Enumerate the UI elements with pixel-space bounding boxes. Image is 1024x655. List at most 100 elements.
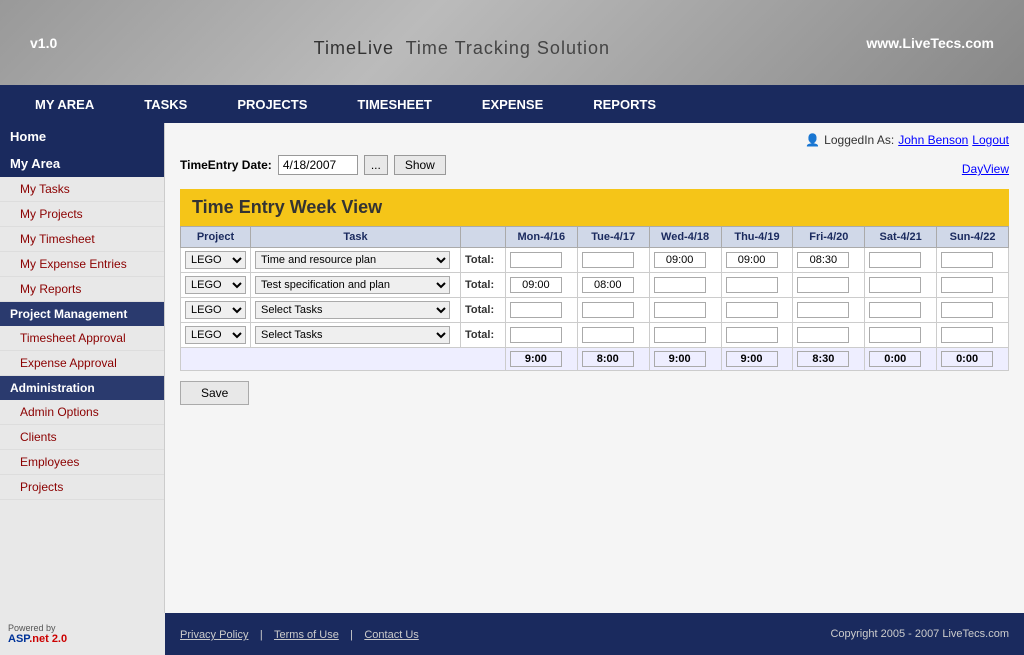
sidebar-my-area[interactable]: My Area <box>0 150 164 177</box>
fri-input-1[interactable] <box>797 252 849 268</box>
sat-input-4[interactable] <box>869 327 921 343</box>
save-button[interactable]: Save <box>180 381 249 405</box>
sidebar: Home My Area My Tasks My Projects My Tim… <box>0 123 165 613</box>
sidebar-item-timesheet-approval[interactable]: Timesheet Approval <box>0 326 164 351</box>
week-title: Time Entry Week View <box>180 189 1009 226</box>
sidebar-item-employees[interactable]: Employees <box>0 450 164 475</box>
total-label-3: Total: <box>461 298 506 323</box>
project-cell-3: LEGO <box>181 298 251 323</box>
task-cell-3: Select Tasks <box>251 298 461 323</box>
sidebar-home[interactable]: Home <box>0 123 164 150</box>
task-select-3[interactable]: Select Tasks <box>255 301 450 319</box>
terms-link[interactable]: Terms of Use <box>274 629 339 641</box>
task-cell-4: Select Tasks <box>251 323 461 348</box>
tue-input-3[interactable] <box>582 302 634 318</box>
sat-input-1[interactable] <box>869 252 921 268</box>
sidebar-item-clients[interactable]: Clients <box>0 425 164 450</box>
sidebar-item-expense-approval[interactable]: Expense Approval <box>0 351 164 376</box>
task-cell-2: Test specification and plan Select Tasks <box>251 273 461 298</box>
totals-empty <box>181 348 506 371</box>
wed-input-3[interactable] <box>654 302 706 318</box>
day-view-link[interactable]: DayView <box>962 162 1009 176</box>
sidebar-item-my-reports[interactable]: My Reports <box>0 277 164 302</box>
contact-link[interactable]: Contact Us <box>364 629 418 641</box>
mon-input-1[interactable] <box>510 252 562 268</box>
main-layout: Home My Area My Tasks My Projects My Tim… <box>0 123 1024 613</box>
powered-by-label: Powered by ASP.net 2.0 <box>8 623 67 645</box>
thu-input-3[interactable] <box>726 302 778 318</box>
table-row: LEGO Select Tasks Total: <box>181 323 1009 348</box>
user-name-link[interactable]: John Benson <box>898 133 968 147</box>
thu-total <box>726 351 778 367</box>
thu-input-1[interactable] <box>726 252 778 268</box>
col-sat: Sat-4/21 <box>865 227 937 248</box>
sun-input-1[interactable] <box>941 252 993 268</box>
sat-total <box>869 351 921 367</box>
date-picker-button[interactable]: ... <box>364 155 388 175</box>
wed-input-1[interactable] <box>654 252 706 268</box>
project-select-1[interactable]: LEGO <box>185 251 246 269</box>
powered-section: Powered by ASP.net 2.0 <box>0 613 165 655</box>
mon-total <box>510 351 562 367</box>
sidebar-item-admin-options[interactable]: Admin Options <box>0 400 164 425</box>
sidebar-item-my-timesheet[interactable]: My Timesheet <box>0 227 164 252</box>
wed-input-4[interactable] <box>654 327 706 343</box>
nav-timesheet[interactable]: TIMESHEET <box>332 85 456 123</box>
logout-link[interactable]: Logout <box>972 133 1009 147</box>
show-button[interactable]: Show <box>394 155 446 175</box>
nav-expense[interactable]: EXPENSE <box>457 85 568 123</box>
sun-input-2[interactable] <box>941 277 993 293</box>
task-select-2[interactable]: Test specification and plan Select Tasks <box>255 276 450 294</box>
tue-input-2[interactable] <box>582 277 634 293</box>
col-tue: Tue-4/17 <box>577 227 649 248</box>
fri-input-4[interactable] <box>797 327 849 343</box>
fri-input-3[interactable] <box>797 302 849 318</box>
table-row: LEGO Time and resource plan Select Tasks… <box>181 248 1009 273</box>
project-select-4[interactable]: LEGO <box>185 326 246 344</box>
bottom-bar: Powered by ASP.net 2.0 Privacy Policy | … <box>0 613 1024 655</box>
project-select-3[interactable]: LEGO <box>185 301 246 319</box>
thu-input-4[interactable] <box>726 327 778 343</box>
wed-input-2[interactable] <box>654 277 706 293</box>
sidebar-item-projects[interactable]: Projects <box>0 475 164 500</box>
date-entry-label: TimeEntry Date: <box>180 158 272 172</box>
footer-links: Privacy Policy | Terms of Use | Contact … <box>180 627 427 641</box>
sidebar-item-my-expense-entries[interactable]: My Expense Entries <box>0 252 164 277</box>
task-select-4[interactable]: Select Tasks <box>255 326 450 344</box>
mon-input-3[interactable] <box>510 302 562 318</box>
asp-logo: ASP.net 2.0 <box>8 633 67 645</box>
top-bar: 👤 LoggedIn As: John Benson Logout <box>180 133 1009 147</box>
sat-input-3[interactable] <box>869 302 921 318</box>
sidebar-item-my-tasks[interactable]: My Tasks <box>0 177 164 202</box>
col-wed: Wed-4/18 <box>649 227 721 248</box>
tue-input-4[interactable] <box>582 327 634 343</box>
nav-my-area[interactable]: MY AREA <box>10 85 119 123</box>
sun-input-3[interactable] <box>941 302 993 318</box>
date-input[interactable] <box>278 155 358 175</box>
thu-input-2[interactable] <box>726 277 778 293</box>
nav-reports[interactable]: REPORTS <box>568 85 681 123</box>
col-thu: Thu-4/19 <box>721 227 793 248</box>
project-cell-2: LEGO <box>181 273 251 298</box>
person-icon: 👤 <box>805 133 820 147</box>
fri-input-2[interactable] <box>797 277 849 293</box>
sidebar-item-my-projects[interactable]: My Projects <box>0 202 164 227</box>
user-info: 👤 LoggedIn As: John Benson Logout <box>805 133 1009 147</box>
project-select-2[interactable]: LEGO <box>185 276 246 294</box>
nav-tasks[interactable]: TASKS <box>119 85 212 123</box>
task-select-1[interactable]: Time and resource plan Select Tasks <box>255 251 450 269</box>
sidebar-administration: Administration <box>0 376 164 400</box>
mon-input-4[interactable] <box>510 327 562 343</box>
header-banner: v1.0 TimeLive Time Tracking Solution www… <box>0 0 1024 85</box>
app-title: TimeLive Time Tracking Solution <box>314 21 610 64</box>
table-row: LEGO Select Tasks Total: <box>181 298 1009 323</box>
sat-input-2[interactable] <box>869 277 921 293</box>
mon-input-2[interactable] <box>510 277 562 293</box>
col-total-header <box>461 227 506 248</box>
sun-input-4[interactable] <box>941 327 993 343</box>
privacy-link[interactable]: Privacy Policy <box>180 629 248 641</box>
fri-total <box>797 351 849 367</box>
tue-input-1[interactable] <box>582 252 634 268</box>
col-mon: Mon-4/16 <box>505 227 577 248</box>
nav-projects[interactable]: PROJECTS <box>212 85 332 123</box>
